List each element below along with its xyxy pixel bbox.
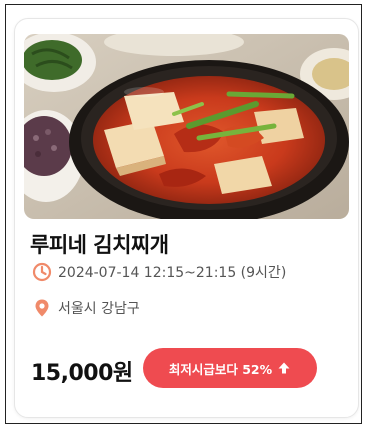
- kimchi-stew-photo[interactable]: [24, 34, 349, 219]
- listing-title: 루피네 김치찌개: [30, 233, 169, 257]
- location-pin-icon: [32, 298, 52, 318]
- location-row: 서울시 강남구: [32, 298, 140, 318]
- wage-compare-badge[interactable]: 최저시급보다 52%: [143, 348, 317, 388]
- work-time-row: 2024-07-14 12:15~21:15 (9시간): [32, 262, 286, 282]
- work-time-text: 2024-07-14 12:15~21:15 (9시간): [58, 265, 287, 281]
- wage-price: 15,000원: [31, 361, 133, 386]
- wage-compare-label: 최저시급보다 52%: [168, 361, 273, 377]
- location-text: 서울시 강남구: [58, 301, 140, 317]
- arrow-up-icon: [277, 361, 291, 375]
- clock-icon: [32, 262, 52, 282]
